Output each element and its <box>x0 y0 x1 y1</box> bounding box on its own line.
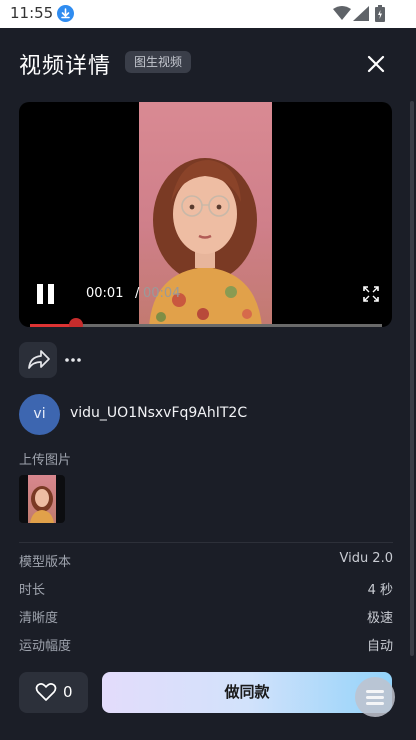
page-title: 视频详情 <box>19 54 112 79</box>
pause-button[interactable] <box>35 282 57 306</box>
detail-row-motion: 运动幅度 自动 <box>19 635 393 655</box>
share-icon <box>28 350 50 369</box>
divider <box>19 542 393 543</box>
fullscreen-icon <box>363 286 379 302</box>
page-header: 视频详情 图生视频 <box>0 28 416 98</box>
detail-value: 自动 <box>366 639 393 654</box>
wifi-icon <box>333 6 351 20</box>
signal-icon <box>353 6 369 21</box>
progress-knob[interactable] <box>68 318 83 327</box>
more-icon <box>65 358 81 362</box>
author-name[interactable]: vidu_UO1NsxvFq9AhIT2C <box>70 405 247 421</box>
share-button[interactable] <box>19 342 57 378</box>
menu-icon <box>366 690 384 693</box>
detail-value: 4 秒 <box>367 583 393 598</box>
detail-key: 时长 <box>19 583 46 598</box>
progress-bar[interactable] <box>30 318 382 327</box>
close-icon <box>367 55 385 73</box>
detail-row-duration: 时长 4 秒 <box>19 579 393 599</box>
like-button[interactable]: 0 <box>19 672 88 713</box>
close-button[interactable] <box>363 51 389 77</box>
time-separator: / <box>135 286 140 301</box>
detail-key: 模型版本 <box>19 555 72 570</box>
detail-value: Vidu 2.0 <box>339 551 393 566</box>
detail-row-resolution: 清晰度 极速 <box>19 607 393 627</box>
upload-label: 上传图片 <box>19 453 72 468</box>
video-player[interactable]: 00:01 / 00:04 <box>19 102 392 327</box>
more-button[interactable] <box>60 348 86 372</box>
make-same-style-button[interactable]: 做同款 <box>102 672 392 713</box>
status-time: 11:55 <box>10 4 54 22</box>
detail-key: 运动幅度 <box>19 639 72 654</box>
pause-icon <box>37 284 43 304</box>
uploaded-image-thumbnail[interactable] <box>19 475 65 523</box>
floating-menu-button[interactable] <box>355 677 395 717</box>
total-time: 00:04 <box>143 286 181 301</box>
download-icon <box>57 5 74 22</box>
battery-icon <box>375 5 385 22</box>
detail-value: 极速 <box>366 611 393 626</box>
detail-row-model: 模型版本 Vidu 2.0 <box>19 551 393 571</box>
heart-icon <box>35 683 57 701</box>
detail-key: 清晰度 <box>19 611 59 626</box>
avatar[interactable]: vi <box>19 394 60 435</box>
video-type-badge: 图生视频 <box>125 51 192 73</box>
status-bar: 11:55 <box>0 0 416 28</box>
current-time: 00:01 <box>86 286 124 301</box>
fullscreen-button[interactable] <box>362 285 380 303</box>
scrollbar[interactable] <box>410 101 414 656</box>
like-count: 0 <box>63 683 73 701</box>
